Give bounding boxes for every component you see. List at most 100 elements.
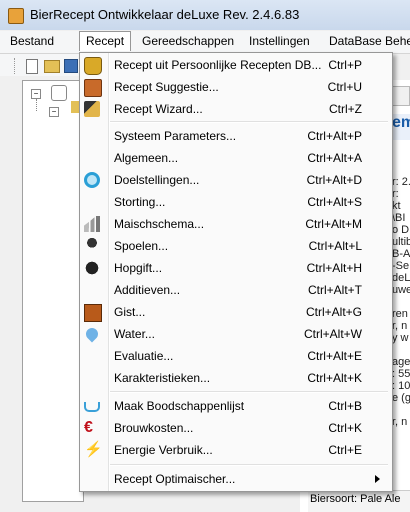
details-line: : 55 xyxy=(392,368,410,380)
menu-item-hopgift[interactable]: Hopgift... Ctrl+Alt+H xyxy=(80,257,390,279)
menu-item-label: Recept uit Persoonlijke Recepten DB... xyxy=(114,58,322,72)
menu-item-shortcut: Ctrl+Alt+S xyxy=(307,195,362,209)
yeast-icon xyxy=(84,304,102,322)
menu-item-maak-boodschappenlijst[interactable]: Maak Boodschappenlijst Ctrl+B xyxy=(80,395,390,417)
details-line: deLu xyxy=(392,272,410,284)
menu-item-shortcut: Ctrl+Alt+E xyxy=(307,349,362,363)
details-line: age xyxy=(392,356,410,368)
menu-bar: Bestand Recept Gereedschappen Instelling… xyxy=(0,31,410,54)
window-title: BierRecept Ontwikkelaar deLuxe Rev. 2.4.… xyxy=(30,7,300,22)
menu-item-doelstellingen[interactable]: Doelstellingen... Ctrl+Alt+D xyxy=(80,169,390,191)
menu-item-recept-optimaischer[interactable]: Recept Optimaischer... xyxy=(80,468,390,490)
shower-icon xyxy=(84,238,100,254)
menu-item-label: Evaluatie... xyxy=(114,349,174,363)
menu-item-maischschema[interactable]: Maischschema... Ctrl+Alt+M xyxy=(80,213,390,235)
menu-item-label: Maischschema... xyxy=(114,217,205,231)
menu-item-label: Recept Suggestie... xyxy=(114,80,219,94)
water-drop-icon xyxy=(83,325,101,343)
details-line: ren xyxy=(392,308,408,320)
menu-item-gist[interactable]: Gist... Ctrl+Alt+G xyxy=(80,301,390,323)
euro-icon: € xyxy=(84,419,93,436)
menu-item-recept-uit-persoonlijke-recepten-db[interactable]: Recept uit Persoonlijke Recepten DB... Ct… xyxy=(80,54,390,76)
app-icon xyxy=(8,8,24,24)
menu-item-shortcut: Ctrl+Alt+H xyxy=(306,261,362,275)
menu-item-algemeen[interactable]: Algemeen... Ctrl+Alt+A xyxy=(80,147,390,169)
new-file-icon[interactable] xyxy=(26,59,38,74)
menu-item-shortcut: Ctrl+B xyxy=(328,399,362,413)
target-icon xyxy=(84,172,100,188)
menu-item-storting[interactable]: Storting... Ctrl+Alt+S xyxy=(80,191,390,213)
menu-item-recept-wizard[interactable]: Recept Wizard... Ctrl+Z xyxy=(80,98,390,120)
title-bar: BierRecept Ontwikkelaar deLuxe Rev. 2.4.… xyxy=(0,0,410,30)
menu-item-label: Water... xyxy=(114,327,155,341)
menu-item-systeem-parameters[interactable]: Systeem Parameters... Ctrl+Alt+P xyxy=(80,125,390,147)
menu-item-spoelen[interactable]: Spoelen... Ctrl+Alt+L xyxy=(80,235,390,257)
tree-connector xyxy=(36,99,37,111)
menu-separator xyxy=(110,391,388,393)
wizard-icon xyxy=(84,101,100,117)
details-line: e (g xyxy=(392,392,410,404)
menu-item-brouwkosten[interactable]: € Brouwkosten... Ctrl+K xyxy=(80,417,390,439)
lightning-icon: ⚡ xyxy=(84,441,103,458)
details-line: -Se xyxy=(392,260,410,272)
hop-icon xyxy=(84,260,100,276)
suggestion-icon xyxy=(84,79,102,97)
menu-item-label: Systeem Parameters... xyxy=(114,129,237,143)
menu-item-energie-verbruik[interactable]: ⚡ Energie Verbruik... Ctrl+E xyxy=(80,439,390,461)
save-icon[interactable] xyxy=(64,59,78,73)
beer-style: Biersoort: Pale Ale xyxy=(310,493,401,505)
menu-item-karakteristieken[interactable]: Karakteristieken... Ctrl+Alt+K xyxy=(80,367,390,389)
details-line: r, n xyxy=(392,416,408,428)
details-line: \BI xyxy=(392,212,406,224)
menu-item-additieven[interactable]: Additieven... Ctrl+Alt+T xyxy=(80,279,390,301)
menu-item-label: Storting... xyxy=(114,195,166,209)
menu-item-evaluatie[interactable]: Evaluatie... Ctrl+Alt+E xyxy=(80,345,390,367)
menu-gereedschappen[interactable]: Gereedschappen xyxy=(142,34,234,48)
database-icon xyxy=(84,57,102,75)
bar-chart-icon xyxy=(84,216,100,232)
tree-node-icon xyxy=(51,85,67,101)
open-folder-icon[interactable] xyxy=(44,60,60,73)
tree-expander[interactable]: − xyxy=(49,107,59,117)
details-line: uwe xyxy=(392,284,410,296)
menu-item-water[interactable]: Water... Ctrl+Alt+W xyxy=(80,323,390,345)
menu-recept[interactable]: Recept xyxy=(79,31,132,51)
details-line: r, n xyxy=(392,320,408,332)
menu-item-label: Hopgift... xyxy=(114,261,163,275)
details-footer: Biersoort: Pale Ale xyxy=(308,490,410,512)
menu-item-shortcut: Ctrl+Alt+L xyxy=(308,239,362,253)
menu-item-shortcut: Ctrl+Alt+P xyxy=(307,129,362,143)
details-line: B-A xyxy=(392,248,410,260)
details-line: kt xyxy=(392,200,401,212)
toolbar-grip xyxy=(14,58,16,74)
menu-item-shortcut: Ctrl+Alt+M xyxy=(305,217,362,231)
recipe-tree[interactable]: − − xyxy=(22,80,84,502)
tree-expander[interactable]: − xyxy=(31,89,41,99)
menu-item-shortcut: Ctrl+Alt+D xyxy=(306,173,362,187)
menu-item-label: Maak Boodschappenlijst xyxy=(114,399,245,413)
menu-item-shortcut: Ctrl+Alt+T xyxy=(307,283,362,297)
recept-dropdown-menu: Recept uit Persoonlijke Recepten DB... Ct… xyxy=(79,52,393,492)
menu-item-shortcut: Ctrl+U xyxy=(327,80,362,94)
menu-bestand[interactable]: Bestand xyxy=(10,34,54,48)
menu-item-label: Spoelen... xyxy=(114,239,169,253)
submenu-arrow-icon xyxy=(375,475,380,483)
details-line: o D xyxy=(392,224,410,236)
details-line: r: 2. xyxy=(392,176,410,188)
menu-item-shortcut: Ctrl+E xyxy=(328,443,362,457)
menu-instellingen[interactable]: Instellingen xyxy=(249,34,310,48)
menu-item-label: Doelstellingen... xyxy=(114,173,200,187)
details-line: y w xyxy=(392,332,409,344)
menu-item-label: Energie Verbruik... xyxy=(114,443,213,457)
menu-item-label: Recept Wizard... xyxy=(114,102,203,116)
menu-separator xyxy=(110,464,388,466)
details-line: : 10 xyxy=(392,380,410,392)
menu-item-shortcut: Ctrl+Z xyxy=(329,102,362,116)
menu-item-label: Additieven... xyxy=(114,283,181,297)
details-line: ultib xyxy=(392,236,410,248)
menu-item-recept-suggestie[interactable]: Recept Suggestie... Ctrl+U xyxy=(80,76,390,98)
tree-node-icon xyxy=(71,101,79,113)
basket-icon xyxy=(84,402,100,412)
menu-database-beheer[interactable]: DataBase Beheer xyxy=(329,34,410,48)
menu-item-shortcut: Ctrl+Alt+K xyxy=(307,371,362,385)
